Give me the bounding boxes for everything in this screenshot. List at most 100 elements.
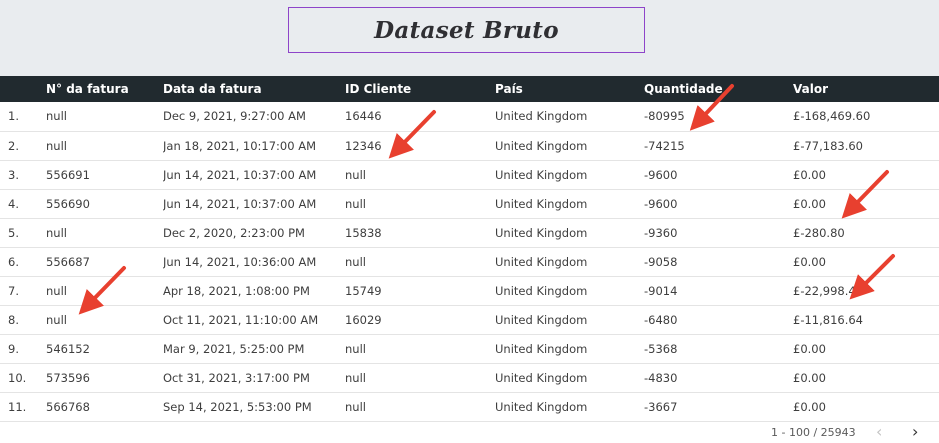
value-cell: £-22,998.40	[793, 283, 863, 298]
invoice-number-cell: null	[46, 138, 67, 153]
quantity-cell: -3667	[644, 399, 678, 414]
quantity-cell: -74215	[644, 138, 685, 153]
quantity-cell: -9600	[644, 167, 678, 182]
invoice-date-cell: Mar 9, 2021, 5:25:00 PM	[163, 341, 305, 356]
quantity-cell: -9058	[644, 254, 678, 269]
customer-id-cell: 15838	[345, 225, 382, 240]
invoice-number-cell: 573596	[46, 370, 90, 385]
country-cell: United Kingdom	[495, 399, 588, 414]
value-cell: £0.00	[793, 167, 826, 182]
invoice-number-cell: null	[46, 283, 67, 298]
quantity-cell: -9360	[644, 225, 678, 240]
row-index: 3.	[8, 167, 19, 182]
invoice-date-cell: Dec 9, 2021, 9:27:00 AM	[163, 109, 306, 124]
country-cell: United Kingdom	[495, 196, 588, 211]
value-cell: £0.00	[793, 341, 826, 356]
table-row[interactable]: 11. 566768 Sep 14, 2021, 5:53:00 PM null Uni…	[0, 392, 939, 421]
column-header-quantity[interactable]: Quantidade	[644, 76, 793, 102]
customer-id-cell: 15749	[345, 283, 382, 298]
table-header-row: N° da fatura Data da fatura ID Cliente P…	[0, 76, 939, 102]
value-cell: £0.00	[793, 370, 826, 385]
chevron-left-icon[interactable]: ‹	[876, 422, 882, 441]
value-cell: £-168,469.60	[793, 109, 871, 124]
country-cell: United Kingdom	[495, 312, 588, 327]
invoice-number-cell: 556687	[46, 254, 90, 269]
invoice-date-cell: Apr 18, 2021, 1:08:00 PM	[163, 283, 310, 298]
column-header-country[interactable]: País	[495, 76, 644, 102]
country-cell: United Kingdom	[495, 225, 588, 240]
row-index: 9.	[8, 341, 19, 356]
country-cell: United Kingdom	[495, 138, 588, 153]
country-cell: United Kingdom	[495, 109, 588, 124]
customer-id-cell: 12346	[345, 138, 382, 153]
customer-id-cell: null	[345, 254, 366, 269]
invoice-number-cell: 556691	[46, 167, 90, 182]
table-footer: 1 - 100 / 25943 ‹ ›	[0, 420, 939, 443]
table-row[interactable]: 4. 556690 Jun 14, 2021, 10:37:00 AM null Uni…	[0, 189, 939, 218]
invoice-number-cell: 566768	[46, 399, 90, 414]
title-box: Dataset Bruto	[288, 7, 645, 53]
chevron-right-icon[interactable]: ›	[912, 422, 918, 441]
pagination-range: 1 - 100 / 25943	[771, 426, 856, 439]
table-row[interactable]: 10. 573596 Oct 31, 2021, 3:17:00 PM null Uni…	[0, 363, 939, 392]
country-cell: United Kingdom	[495, 283, 588, 298]
invoice-date-cell: Jun 14, 2021, 10:37:00 AM	[163, 196, 317, 211]
page-title: Dataset Bruto	[374, 16, 559, 44]
value-cell: £-11,816.64	[793, 312, 863, 327]
value-cell: £-280.80	[793, 225, 845, 240]
quantity-cell: -4830	[644, 370, 678, 385]
invoice-date-cell: Jan 18, 2021, 10:17:00 AM	[163, 138, 316, 153]
invoice-number-cell: null	[46, 109, 67, 124]
value-cell: £0.00	[793, 254, 826, 269]
customer-id-cell: null	[345, 399, 366, 414]
invoice-date-cell: Oct 31, 2021, 3:17:00 PM	[163, 370, 310, 385]
table-row[interactable]: 9. 546152 Mar 9, 2021, 5:25:00 PM null Unite…	[0, 334, 939, 363]
column-header-index[interactable]	[0, 76, 46, 102]
invoice-number-cell: 546152	[46, 341, 90, 356]
column-header-value[interactable]: Valor	[793, 76, 939, 102]
customer-id-cell: null	[345, 167, 366, 182]
customer-id-cell: null	[345, 370, 366, 385]
invoice-number-cell: null	[46, 225, 67, 240]
row-index: 11.	[8, 399, 27, 414]
country-cell: United Kingdom	[495, 254, 588, 269]
invoice-date-cell: Oct 11, 2021, 11:10:00 AM	[163, 312, 319, 327]
column-header-customer-id[interactable]: ID Cliente	[345, 76, 495, 102]
quantity-cell: -5368	[644, 341, 678, 356]
row-index: 7.	[8, 283, 19, 298]
data-table: N° da fatura Data da fatura ID Cliente P…	[0, 76, 939, 422]
value-cell: £0.00	[793, 196, 826, 211]
row-index: 2.	[8, 138, 19, 153]
row-index: 6.	[8, 254, 19, 269]
table-row[interactable]: 7. null Apr 18, 2021, 1:08:00 PM 15749 Unite…	[0, 276, 939, 305]
invoice-date-cell: Jun 14, 2021, 10:37:00 AM	[163, 167, 317, 182]
table-row[interactable]: 5. null Dec 2, 2020, 2:23:00 PM 15838 United…	[0, 218, 939, 247]
row-index: 10.	[8, 370, 27, 385]
row-index: 1.	[8, 109, 19, 124]
quantity-cell: -80995	[644, 109, 685, 124]
value-cell: £-77,183.60	[793, 138, 863, 153]
quantity-cell: -9014	[644, 283, 678, 298]
row-index: 5.	[8, 225, 19, 240]
row-index: 8.	[8, 312, 19, 327]
customer-id-cell: null	[345, 341, 366, 356]
invoice-number-cell: 556690	[46, 196, 90, 211]
table-row[interactable]: 1. null Dec 9, 2021, 9:27:00 AM 16446 United…	[0, 102, 939, 131]
table-row[interactable]: 3. 556691 Jun 14, 2021, 10:37:00 AM null Uni…	[0, 160, 939, 189]
customer-id-cell: 16029	[345, 312, 382, 327]
table-row[interactable]: 2. null Jan 18, 2021, 10:17:00 AM 12346 Unit…	[0, 131, 939, 160]
value-cell: £0.00	[793, 399, 826, 414]
quantity-cell: -9600	[644, 196, 678, 211]
table-row[interactable]: 8. null Oct 11, 2021, 11:10:00 AM 16029 Unit…	[0, 305, 939, 334]
data-table-panel: N° da fatura Data da fatura ID Cliente P…	[0, 76, 939, 443]
row-index: 4.	[8, 196, 19, 211]
column-header-invoice-number[interactable]: N° da fatura	[46, 76, 163, 102]
table-row[interactable]: 6. 556687 Jun 14, 2021, 10:36:00 AM null Uni…	[0, 247, 939, 276]
invoice-date-cell: Jun 14, 2021, 10:36:00 AM	[163, 254, 317, 269]
invoice-number-cell: null	[46, 312, 67, 327]
customer-id-cell: null	[345, 196, 366, 211]
country-cell: United Kingdom	[495, 370, 588, 385]
column-header-invoice-date[interactable]: Data da fatura	[163, 76, 345, 102]
country-cell: United Kingdom	[495, 167, 588, 182]
invoice-date-cell: Sep 14, 2021, 5:53:00 PM	[163, 399, 312, 414]
